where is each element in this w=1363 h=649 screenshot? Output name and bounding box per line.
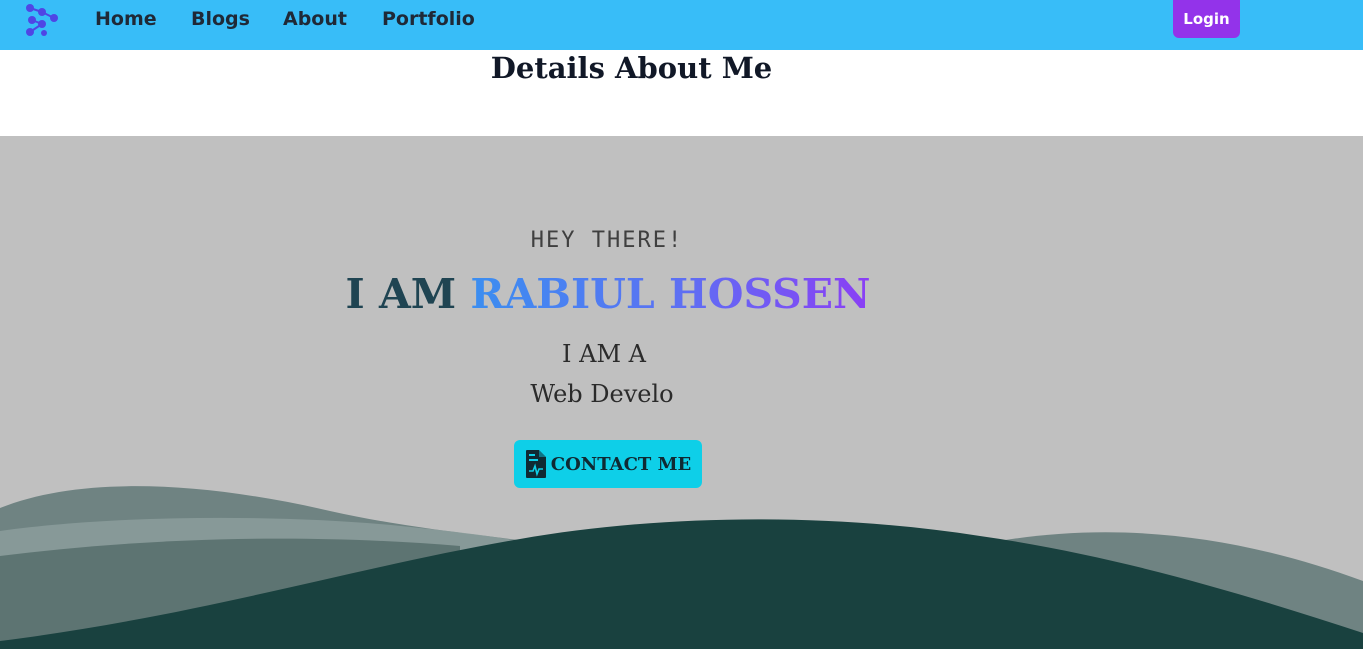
hero-headline: I AM RABIUL HOSSEN [0,266,1216,322]
page-title: Details About Me [490,51,773,85]
file-document-icon [525,450,546,478]
role-label: I AM A [562,340,646,368]
molecule-logo-icon[interactable] [24,2,60,36]
login-button[interactable]: Login [1173,0,1240,38]
nav-link-portfolio[interactable]: Portfolio [382,8,475,30]
headline-name: RABIUL HOSSEN [470,270,871,318]
contact-me-button[interactable]: CONTACT ME [514,440,702,488]
nav-link-blogs[interactable]: Blogs [191,8,250,30]
navbar: Home Blogs About Portfolio Login [0,0,1363,50]
role-typed-text: Web Develo [530,380,674,408]
nav-link-about[interactable]: About [283,8,347,30]
hero-section: HEY THERE! I AM RABIUL HOSSEN I AM A Web… [0,136,1363,649]
headline-prefix: I AM [345,270,471,318]
contact-me-label: CONTACT ME [550,453,692,475]
hero-greeting: HEY THERE! [530,228,684,253]
nav-link-home[interactable]: Home [95,8,157,30]
